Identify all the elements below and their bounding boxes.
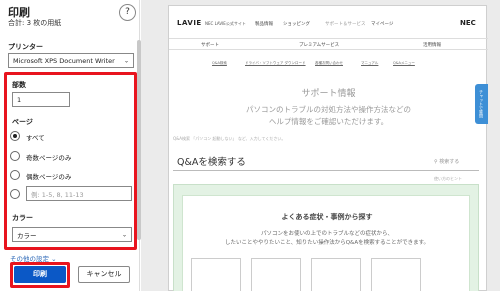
sublink-driver: ドライバ・ソフトウェア ダウンロード (245, 61, 306, 65)
chat-tab: チャットで質問 (475, 84, 488, 124)
print-preview: LAVIE NEC LAVIE公式サイト 製品情報 ショッピング サポート＆サー… (141, 0, 500, 291)
faq-category-box (311, 258, 361, 291)
faq-section: よくある症状・事例から探す パソコンをお使いの上でのトラブルなどの症状から、 し… (173, 184, 479, 291)
topnav-mypage: マイページ (371, 22, 394, 27)
qa-search-button: ⚲ 検索する (434, 158, 459, 165)
qa-hint: Q&A検索 「パソコン 起動しない」 など、入力してください。 (173, 136, 286, 141)
nec-logo: NEC (460, 19, 476, 27)
preview-page: LAVIE NEC LAVIE公式サイト 製品情報 ショッピング サポート＆サー… (168, 5, 488, 291)
highlight-settings (4, 72, 137, 250)
support-desc-line-2: ヘルプ情報をご確認いただけます。 (268, 117, 389, 126)
nav-tips: 活用情報 (423, 43, 441, 48)
chevron-down-icon: ⌄ (123, 57, 129, 64)
support-description: パソコンのトラブルの対処方法や操作方法などの ヘルプ情報をご確認いただけます。 (169, 104, 488, 128)
printer-select[interactable]: Microsoft XPS Document Writer ⌄ (8, 53, 134, 68)
faq-title: よくある症状・事例から探す (281, 213, 373, 221)
qa-note: 使い方のヒント (434, 176, 462, 181)
faq-category-box (191, 258, 241, 291)
printer-label: プリンター (8, 43, 43, 51)
faq-desc-line-2: したいことややりたいこと、知りたい操作法からQ&Aを検索することができます。 (224, 240, 430, 246)
faq-description: パソコンをお使いの上でのトラブルなどの症状から、 したいことややりたいこと、知り… (183, 230, 471, 248)
nav-support: サポート (201, 43, 219, 48)
faq-card: よくある症状・事例から探す パソコンをお使いの上でのトラブルなどの症状から、 し… (182, 195, 470, 291)
support-desc-line-1: パソコンのトラブルの対処方法や操作方法などの (246, 105, 411, 114)
lavie-logo: LAVIE (177, 19, 202, 27)
qa-search-button-label: 検索する (439, 159, 460, 165)
qa-search-title: Q&Aを検索する (177, 157, 246, 168)
logo-subtitle: NEC LAVIE公式サイト (205, 21, 246, 26)
help-icon[interactable]: ? (119, 4, 136, 21)
topnav-support: サポート＆サービス (325, 22, 366, 27)
qa-underline (173, 170, 479, 171)
sublink-manual: マニュアル (361, 61, 379, 65)
search-icon: ⚲ (434, 159, 438, 165)
printer-select-value: Microsoft XPS Document Writer (13, 56, 115, 65)
cancel-button[interactable]: キャンセル (78, 266, 130, 283)
support-title: サポート情報 (301, 89, 356, 99)
faq-desc-line-1: パソコンをお使いの上でのトラブルなどの症状から、 (260, 231, 393, 237)
sublink-qa: Q&A検索 (212, 61, 227, 65)
highlight-print-button (10, 262, 70, 288)
topnav-shopping: ショッピング (283, 22, 310, 27)
sublink-qa-menu: Q&Aメニュー (393, 61, 415, 65)
faq-category-box (371, 258, 421, 291)
print-settings-panel: 印刷 合計: 3 枚の用紙 ? プリンター Microsoft XPS Docu… (0, 0, 141, 291)
faq-category-box (251, 258, 301, 291)
topnav-products: 製品情報 (255, 22, 273, 27)
preview-navbar: サポート プレミアムサービス 活用情報 (169, 38, 488, 50)
sheet-count: 合計: 3 枚の用紙 (8, 19, 62, 27)
sublink-contact: 各種お問い合わせ (315, 61, 343, 65)
nav-premium: プレミアムサービス (299, 43, 340, 48)
